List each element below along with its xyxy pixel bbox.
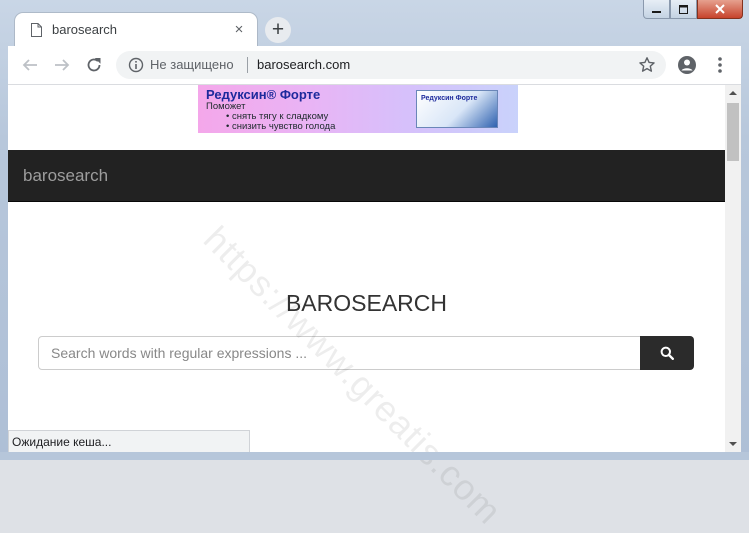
ad-banner[interactable]: Редуксин® Форте Поможет • снять тягу к с… [198, 85, 518, 133]
reload-icon [87, 58, 101, 72]
product-box-image: Редуксин Форте [416, 90, 498, 128]
maximize-icon [679, 4, 688, 14]
status-bubble: Ожидание кеша... [8, 430, 250, 452]
more-vert-icon[interactable] [710, 55, 730, 75]
scrollbar-thumb[interactable] [727, 103, 739, 161]
maximize-button[interactable] [670, 0, 697, 19]
address-bar[interactable]: Не защищено barosearch.com [116, 51, 666, 79]
forward-button[interactable] [52, 55, 72, 75]
reload-button[interactable] [84, 55, 104, 75]
window-controls [643, 0, 743, 20]
minimize-icon [652, 10, 661, 13]
product-box-label: Редуксин Форте [421, 95, 478, 102]
scroll-down-arrow-icon[interactable] [725, 436, 741, 452]
minimize-button[interactable] [643, 0, 670, 19]
account-icon[interactable] [677, 55, 697, 75]
info-icon[interactable] [128, 57, 144, 73]
omnibox-divider [247, 57, 248, 73]
window-bottom-border [0, 452, 749, 460]
back-button[interactable] [20, 55, 40, 75]
banner-bullet: • снизить чувство голода [226, 121, 336, 132]
tab-title: barosearch [52, 22, 118, 37]
back-arrow-icon [22, 59, 37, 71]
search-icon [660, 346, 674, 360]
url-text[interactable]: barosearch.com [257, 57, 350, 72]
banner-title: Редуксин® Форте [206, 87, 321, 102]
forward-arrow-icon [55, 59, 70, 71]
browser-toolbar: Не защищено barosearch.com [8, 46, 741, 85]
close-icon [715, 4, 725, 14]
brand-link[interactable]: barosearch [23, 166, 108, 186]
close-tab-icon[interactable]: × [231, 22, 247, 38]
search-button[interactable] [640, 336, 694, 370]
scroll-up-arrow-icon[interactable] [725, 85, 741, 101]
new-tab-button[interactable]: + [265, 17, 291, 43]
page-heading: BAROSEARCH [285, 290, 448, 316]
not-secure-label: Не защищено [150, 57, 234, 72]
tab-barosearch[interactable]: barosearch × [15, 13, 257, 47]
site-navbar: barosearch [8, 150, 725, 202]
vertical-scrollbar[interactable] [725, 85, 741, 452]
browser-window: barosearch × + Не защищено barosearch.co… [0, 0, 749, 532]
document-icon [31, 23, 42, 37]
close-window-button[interactable] [697, 0, 743, 19]
star-icon[interactable] [638, 56, 656, 74]
